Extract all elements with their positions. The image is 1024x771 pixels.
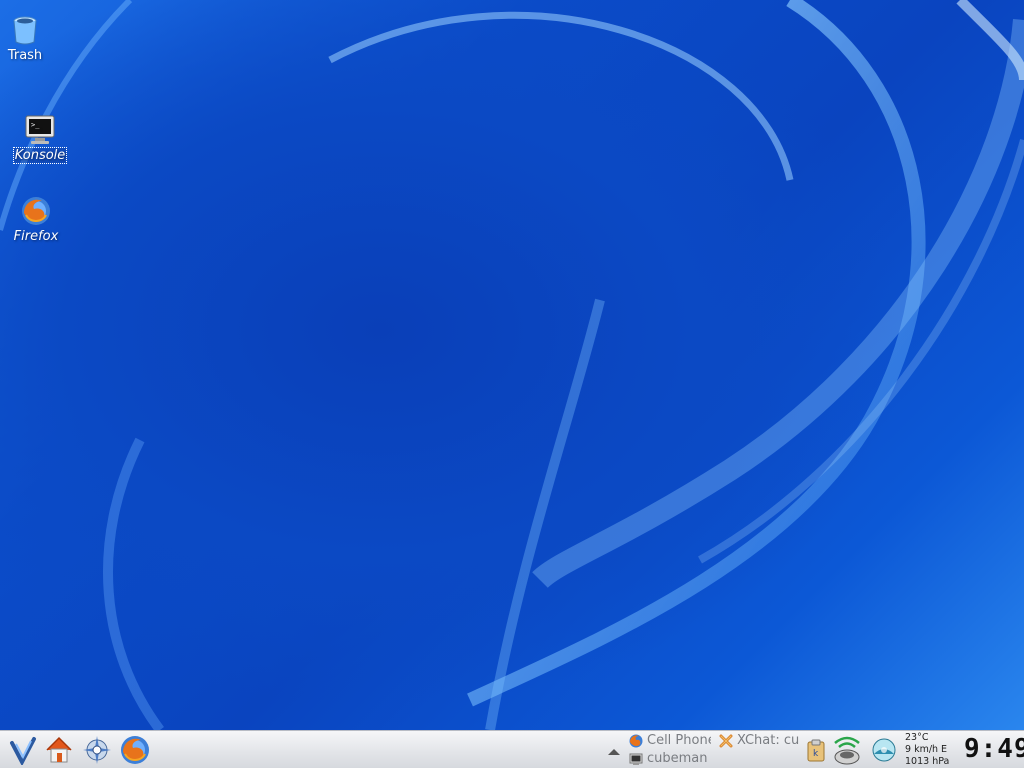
desktop-icon-trash[interactable]: Trash [6, 16, 44, 63]
weather-temperature: 23°C [905, 732, 929, 743]
taskbar-item-xchat[interactable]: XChat: cu [719, 732, 802, 749]
show-more-tasks-button[interactable] [607, 743, 621, 755]
svg-text:>_: >_ [31, 121, 40, 129]
klipper-icon: k [807, 739, 825, 762]
task-label: XChat: cu [737, 733, 800, 748]
klipper-tray-item[interactable]: k [806, 738, 826, 762]
home-icon [46, 736, 72, 763]
trash-icon [13, 16, 37, 45]
terminal-icon: >_ [25, 115, 55, 144]
desktop[interactable]: Trash >_ Konsole Firefox [0, 0, 1024, 730]
firefox-icon [629, 734, 643, 747]
kde-menu-button[interactable] [6, 733, 40, 767]
konqueror-button[interactable] [80, 733, 114, 767]
firefox-icon [22, 197, 50, 225]
weather-pressure: 1013 hPa [905, 756, 950, 767]
taskbar: Cell Phone XChat: cu cubeman k 23°C 9 km… [0, 730, 1024, 768]
clock[interactable]: 9:49 [964, 734, 1024, 764]
wallpaper-swirls [0, 0, 1024, 730]
desktop-icon-konsole[interactable]: >_ Konsole [11, 114, 69, 164]
kde-menu-icon [10, 737, 36, 765]
terminal-icon [629, 753, 643, 765]
weather-icon [872, 738, 896, 762]
show-more-arrow-icon [608, 749, 620, 755]
svg-text:k: k [813, 749, 819, 759]
firefox-icon [121, 736, 149, 764]
weather-wind: 9 km/h E [905, 744, 948, 755]
task-label: cubeman [647, 751, 708, 766]
taskbar-item-cubeman[interactable]: cubeman [629, 750, 711, 767]
weather-tray-item[interactable] [870, 736, 898, 764]
xchat-icon [719, 734, 733, 747]
desktop-icon-label: Firefox [13, 229, 59, 244]
desktop-icon-label: Konsole [12, 147, 68, 164]
weather-readout: 23°C 9 km/h E 1013 hPa [905, 732, 949, 768]
desktop-icon-firefox[interactable]: Firefox [11, 195, 61, 244]
konqueror-icon [83, 736, 111, 764]
desktop-icon-label: Trash [7, 48, 43, 63]
wireless-icon [834, 736, 860, 765]
firefox-launcher-button[interactable] [118, 733, 152, 767]
wireless-tray-item[interactable] [830, 733, 864, 767]
taskbar-item-cell-phone[interactable]: Cell Phone [629, 732, 711, 749]
home-button[interactable] [42, 733, 76, 767]
task-label: Cell Phone [647, 733, 711, 748]
